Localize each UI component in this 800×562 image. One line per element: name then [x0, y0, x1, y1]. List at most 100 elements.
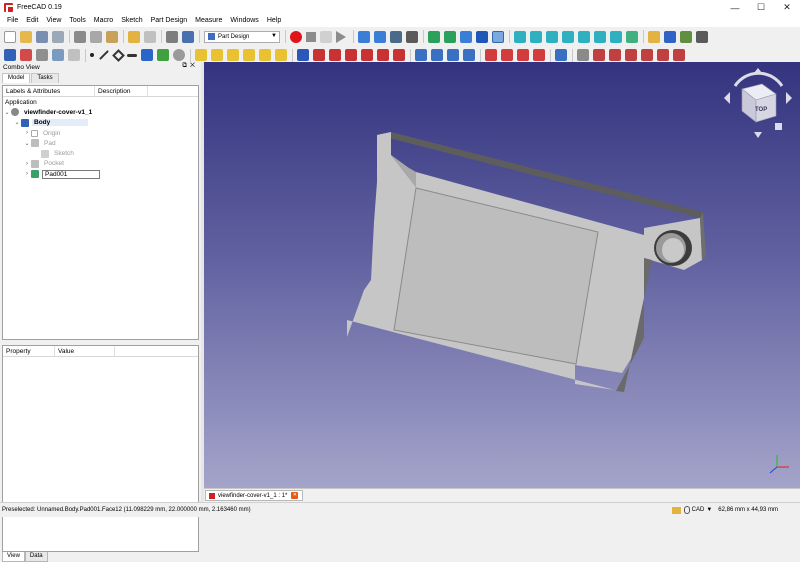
column-description[interactable]: Description [95, 86, 148, 96]
close-icon[interactable]: ✕ [774, 0, 800, 15]
view-bottom-icon[interactable] [594, 30, 606, 43]
groove-icon[interactable] [329, 49, 341, 61]
macro-edit-icon[interactable] [320, 30, 332, 43]
linear-pattern-icon[interactable] [431, 49, 443, 61]
additive-pipe-icon[interactable] [243, 49, 255, 61]
navcube-arrow-right-icon[interactable] [786, 92, 792, 104]
measure-angular-icon[interactable] [657, 49, 669, 61]
menu-macro[interactable]: Macro [90, 15, 117, 27]
chevron-right-icon[interactable]: › [23, 130, 31, 136]
subtractive-primitive-icon[interactable] [393, 49, 405, 61]
measure-linear-icon[interactable] [641, 49, 653, 61]
close-panel-icon[interactable]: ✕ [190, 62, 198, 69]
create-part-icon[interactable] [648, 30, 660, 43]
tab-tasks[interactable]: Tasks [31, 73, 59, 83]
folder-icon[interactable] [671, 506, 681, 514]
fillet-icon[interactable] [485, 49, 497, 61]
make-link-icon[interactable] [680, 30, 692, 43]
menu-measure[interactable]: Measure [191, 15, 226, 27]
view-isometric-icon[interactable] [514, 30, 526, 43]
validate-sketch-icon[interactable] [36, 49, 48, 61]
polar-pattern-icon[interactable] [447, 49, 459, 61]
paste-icon[interactable] [106, 30, 118, 43]
float-icon[interactable]: ⧉ [182, 62, 190, 69]
create-clone-icon[interactable] [173, 49, 185, 61]
additive-loft-icon[interactable] [227, 49, 239, 61]
navcube-arrow-down-icon[interactable] [754, 132, 762, 138]
view-top-icon[interactable] [546, 30, 558, 43]
tab-model[interactable]: Model [2, 73, 31, 83]
menu-view[interactable]: View [42, 15, 65, 27]
fit-selection-icon[interactable] [374, 30, 386, 43]
measure-distance-icon[interactable] [626, 30, 638, 43]
subtractive-pipe-icon[interactable] [361, 49, 373, 61]
menu-help[interactable]: Help [263, 15, 285, 27]
pad-icon[interactable] [195, 49, 207, 61]
create-subshape-binder-icon[interactable] [157, 49, 169, 61]
column-labels[interactable]: Labels & Attributes [3, 86, 95, 96]
navcube-menu-icon[interactable] [775, 123, 782, 130]
navigation-cube[interactable]: TOP [724, 68, 792, 138]
mirrored-icon[interactable] [415, 49, 427, 61]
zoom-icon[interactable] [492, 30, 504, 43]
pocket-icon[interactable] [297, 49, 309, 61]
menu-sketch[interactable]: Sketch [117, 15, 146, 27]
stereo-icon[interactable] [476, 30, 488, 43]
macro-record-icon[interactable] [290, 30, 302, 43]
chevron-down-icon[interactable]: ⌄ [3, 109, 11, 116]
tab-data[interactable]: Data [24, 552, 48, 562]
create-plane-icon[interactable] [112, 48, 125, 62]
view-front-icon[interactable] [530, 30, 542, 43]
column-value[interactable]: Value [55, 346, 115, 356]
undo-icon[interactable] [128, 30, 140, 43]
copy-icon[interactable] [90, 30, 102, 43]
chevron-down-icon[interactable]: ⌄ [13, 119, 21, 126]
tree-item-body[interactable]: ⌄ Body [3, 118, 198, 128]
column-property[interactable]: Property [3, 346, 55, 356]
chevron-down-icon[interactable]: ⌄ [23, 140, 31, 147]
tree-item-document[interactable]: ⌄ viewfinder-cover-v1_1 [3, 107, 198, 117]
tree-item-pad[interactable]: ⌄ Pad [3, 138, 198, 148]
subtractive-helix-icon[interactable] [377, 49, 389, 61]
minimize-icon[interactable]: — [722, 0, 748, 15]
revolution-icon[interactable] [211, 49, 223, 61]
macro-stop-icon[interactable] [306, 31, 316, 42]
thickness-icon[interactable] [533, 49, 545, 61]
shaft-wizard-icon[interactable] [609, 49, 621, 61]
draw-style-icon[interactable] [390, 30, 402, 43]
create-shape-binder-icon[interactable] [141, 49, 153, 61]
hole-icon[interactable] [313, 49, 325, 61]
involute-gear-icon[interactable] [593, 49, 605, 61]
refresh-icon[interactable] [166, 30, 178, 43]
save-as-icon[interactable] [52, 30, 64, 43]
document-tab[interactable]: viewfinder-cover-v1_1 : 1* ✕ [205, 490, 304, 501]
3d-viewport[interactable]: TOP [204, 62, 800, 488]
tab-view[interactable]: View [2, 552, 25, 562]
additive-primitive-icon[interactable] [275, 49, 287, 61]
create-line-icon[interactable] [99, 50, 109, 60]
close-icon[interactable]: ✕ [291, 492, 299, 499]
workbench-selector[interactable]: Part Design ▼ [204, 30, 280, 43]
additive-helix-icon[interactable] [259, 49, 271, 61]
create-group-icon[interactable] [664, 30, 676, 43]
create-local-cs-icon[interactable] [127, 53, 137, 57]
save-icon[interactable] [36, 30, 48, 43]
subtractive-loft-icon[interactable] [345, 49, 357, 61]
chevron-right-icon[interactable]: › [23, 171, 31, 177]
edit-sketch-icon[interactable] [68, 49, 80, 61]
chamfer-icon[interactable] [501, 49, 513, 61]
cut-icon[interactable] [74, 30, 86, 43]
chevron-right-icon[interactable]: › [23, 161, 31, 167]
view-left-icon[interactable] [610, 30, 622, 43]
draft-icon[interactable] [517, 49, 529, 61]
sprocket-icon[interactable] [577, 49, 589, 61]
fit-all-icon[interactable] [358, 30, 370, 43]
view-right-icon[interactable] [562, 30, 574, 43]
navcube-rotate-icon[interactable] [733, 71, 784, 87]
menu-tools[interactable]: Tools [65, 15, 89, 27]
attach-sketch-icon[interactable] [52, 49, 64, 61]
menu-file[interactable]: File [3, 15, 22, 27]
redo-icon[interactable] [144, 30, 156, 43]
tree-item-origin[interactable]: › Origin [3, 128, 198, 138]
viewfinder-cover-part[interactable] [347, 132, 706, 394]
